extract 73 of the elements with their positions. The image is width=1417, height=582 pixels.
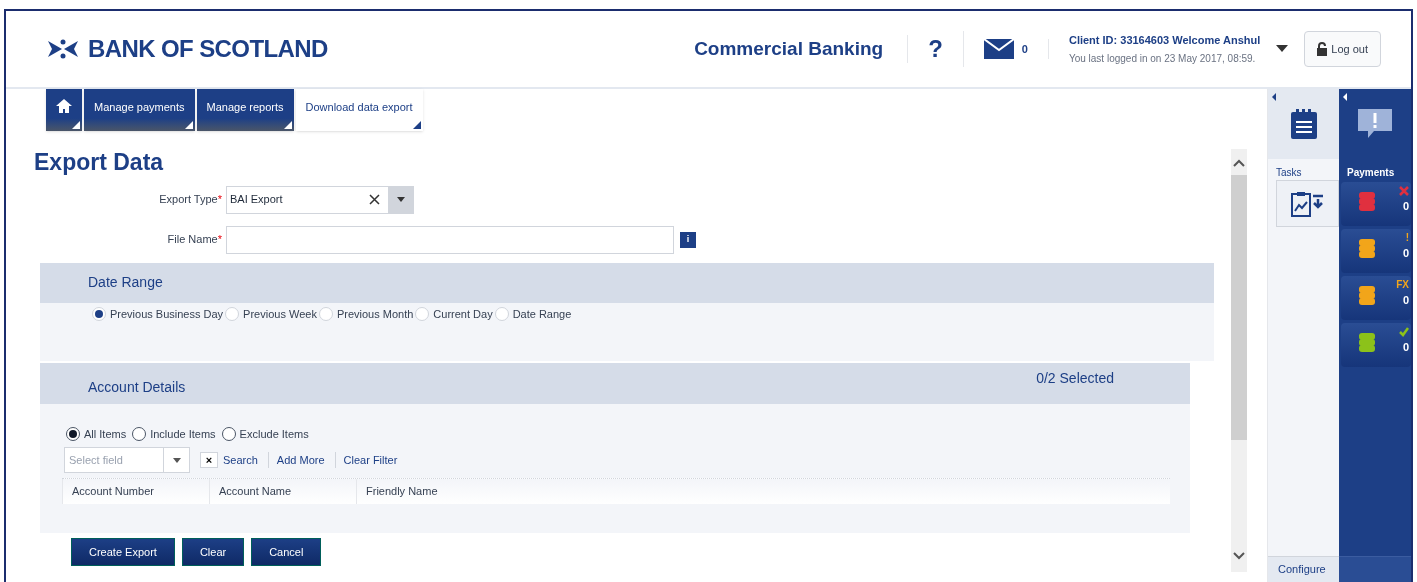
- column-header[interactable]: Account Name: [209, 479, 356, 504]
- radio-button[interactable]: [66, 426, 80, 441]
- clipboard-chart-icon: [1290, 190, 1325, 217]
- filter-link[interactable]: Clear Filter: [343, 451, 398, 469]
- payment-status-tile[interactable]: 0: [1341, 182, 1411, 226]
- nav-tab[interactable]: Manage payments: [84, 89, 195, 131]
- clear-icon[interactable]: [369, 194, 380, 205]
- export-type-select[interactable]: BAI Export: [226, 185, 414, 214]
- logout-button[interactable]: Log out: [1304, 31, 1381, 67]
- action-button[interactable]: Clear: [181, 538, 245, 566]
- help-button[interactable]: ?: [908, 31, 964, 67]
- payment-count: 0: [1402, 340, 1409, 355]
- radio-option[interactable]: Exclude Items: [221, 425, 309, 442]
- radio-button[interactable]: [221, 426, 236, 441]
- padlock-icon: [1317, 42, 1328, 56]
- cross-icon: [1399, 186, 1409, 196]
- alert-speech-bubble-icon[interactable]: [1358, 109, 1392, 139]
- info-button[interactable]: i: [680, 231, 696, 248]
- scroll-down-icon[interactable]: [1233, 552, 1245, 560]
- radio-option[interactable]: All Items: [66, 425, 127, 442]
- dropdown-caret-icon[interactable]: [1276, 45, 1289, 53]
- filter-link[interactable]: Add More: [276, 451, 325, 469]
- client-welcome: Client ID: 33164603 Welcome Anshul: [1068, 32, 1261, 48]
- file-name-field[interactable]: [226, 225, 674, 254]
- page-title: Export Data: [34, 148, 164, 177]
- payment-status-tile[interactable]: FX 0: [1341, 276, 1411, 320]
- configure-button[interactable]: Configure: [1268, 556, 1339, 582]
- status-label: !: [1405, 233, 1409, 243]
- payment-count: 0: [1402, 246, 1409, 261]
- radio-option[interactable]: Date Range: [494, 305, 572, 322]
- radio-option[interactable]: Previous Week: [225, 305, 317, 322]
- section-title: Date Range: [88, 273, 163, 292]
- clear-filter-x-button[interactable]: ×: [200, 452, 218, 468]
- select-field[interactable]: Select field: [64, 447, 164, 473]
- status-label: FX: [1396, 280, 1409, 290]
- scrollbar[interactable]: [1231, 149, 1247, 572]
- report-task-button[interactable]: [1276, 180, 1339, 227]
- radio-option[interactable]: Previous Month: [318, 305, 414, 322]
- payment-count: 0: [1402, 293, 1409, 308]
- last-login-text: You last logged in on 23 May 2017, 08:59.: [1068, 52, 1257, 67]
- radio-option[interactable]: Current Day: [415, 305, 493, 322]
- nav-tab[interactable]: Manage reports: [196, 89, 294, 131]
- column-header[interactable]: Account Number: [62, 479, 209, 504]
- nav-tab[interactable]: Download data export: [295, 89, 423, 131]
- tick-icon: [1399, 327, 1409, 337]
- radio-button[interactable]: [132, 426, 147, 441]
- dropdown-caret-icon[interactable]: [388, 186, 413, 213]
- filter-link[interactable]: Search: [223, 451, 258, 469]
- bank-logo[interactable]: BANK OF SCOTLAND: [46, 31, 328, 67]
- panel-footer: [1339, 556, 1411, 582]
- product-name: Commercial Banking: [694, 34, 909, 64]
- section-title: Account Details: [88, 377, 186, 397]
- mail-icon[interactable]: [983, 39, 1014, 59]
- payment-count: 0: [1402, 199, 1409, 214]
- dropdown-caret-icon[interactable]: [172, 457, 181, 463]
- notepad-icon[interactable]: [1290, 109, 1317, 139]
- action-button[interactable]: Cancel: [251, 538, 322, 566]
- column-header[interactable]: Friendly Name: [356, 479, 1170, 504]
- field-label: File Name*: [166, 232, 223, 248]
- panel-title: Payments: [1346, 166, 1396, 180]
- message-count: 0: [1021, 41, 1028, 57]
- panel-title: Tasks: [1275, 166, 1303, 180]
- field-label: Export Type*: [158, 192, 223, 208]
- payment-status-tile[interactable]: ! 0: [1341, 229, 1411, 273]
- payment-status-tile[interactable]: 0: [1341, 323, 1411, 367]
- home-icon: [56, 99, 72, 113]
- logo-icon: [46, 39, 80, 59]
- scroll-up-icon[interactable]: [1233, 159, 1245, 167]
- action-button[interactable]: Create Export: [71, 538, 175, 566]
- radio-option[interactable]: Previous Business Day: [92, 305, 224, 322]
- radio-option[interactable]: Include Items: [132, 425, 216, 442]
- selection-count: 0/2 Selected: [1036, 368, 1114, 388]
- home-tab[interactable]: [46, 89, 82, 131]
